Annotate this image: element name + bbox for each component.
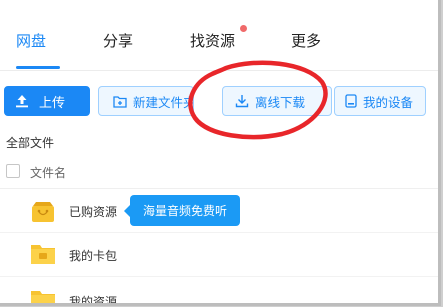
upload-icon [15,94,29,108]
new-folder-icon [113,95,127,108]
tab-more[interactable]: 更多 [291,30,321,51]
new-folder-button[interactable]: 新建文件夹 [98,86,194,116]
header-divider [0,188,438,189]
my-devices-label: 我的设备 [363,94,414,110]
new-folder-label: 新建文件夹 [133,94,194,110]
my-devices-button[interactable]: 我的设备 [334,86,426,116]
select-all-checkbox[interactable] [6,164,20,178]
tab-find-resources[interactable]: 找资源 [190,30,235,51]
file-name[interactable]: 我的卡包 [69,247,117,264]
row-divider [0,276,438,277]
file-row-my-resources[interactable]: 我的资源 [0,280,438,303]
device-icon [345,94,357,108]
row-divider [0,232,438,233]
breadcrumb[interactable]: 全部文件 [6,134,54,151]
file-name[interactable]: 我的资源 [69,293,117,303]
promo-tooltip[interactable]: 海量音频免费听 [130,195,240,226]
file-name[interactable]: 已购资源 [69,203,117,220]
tab-share[interactable]: 分享 [103,30,133,51]
column-header-filename[interactable]: 文件名 [30,164,66,181]
folder-icon [30,242,56,270]
folder-icon [30,288,56,303]
purchased-folder-icon [30,198,56,228]
file-row-card-wallet[interactable]: 我的卡包 [0,234,438,276]
tab-netdisk[interactable]: 网盘 [16,30,46,51]
app-window: 网盘 分享 找资源 更多 上传 新建文件夹 离线下载 我的设备 全部文件 文件名 [0,0,441,306]
active-tab-indicator [16,66,60,69]
upload-button[interactable]: 上传 [4,86,90,116]
upload-label: 上传 [39,95,66,111]
notification-dot [240,25,247,32]
annotation-circle [188,60,328,140]
